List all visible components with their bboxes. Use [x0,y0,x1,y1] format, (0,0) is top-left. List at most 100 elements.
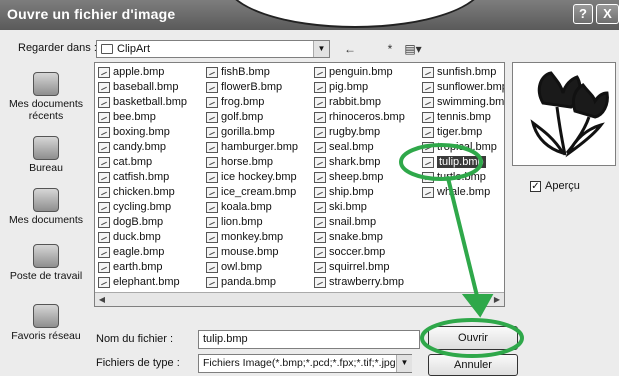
file-item[interactable]: cycling.bmp [97,200,187,215]
file-item[interactable]: soccer.bmp [313,245,405,260]
filetype-dropdown-icon[interactable]: ▼ [396,355,412,372]
desktop-icon [33,136,59,160]
file-item[interactable]: dogB.bmp [97,215,187,230]
file-item[interactable]: apple.bmp [97,65,187,80]
file-item[interactable]: rhinoceros.bmp [313,110,405,125]
file-name: catfish.bmp [113,171,170,183]
new-folder-button[interactable]: * [380,40,400,58]
file-item[interactable]: tiger.bmp [421,125,504,140]
place-recent-documents[interactable]: Mes documents récents [0,72,92,122]
file-item[interactable]: penguin.bmp [313,65,405,80]
file-item[interactable]: strawberry.bmp [313,275,405,290]
file-item[interactable]: basketball.bmp [97,95,187,110]
back-button[interactable]: ← [340,40,360,58]
file-column: apple.bmp baseball.bmp basketball.bmp bee.b… [97,65,187,290]
bitmap-file-icon [314,247,326,258]
file-list[interactable]: apple.bmp baseball.bmp basketball.bmp bee.b… [94,62,505,307]
file-item[interactable]: duck.bmp [97,230,187,245]
file-item[interactable]: boxing.bmp [97,125,187,140]
file-item[interactable]: baseball.bmp [97,80,187,95]
bitmap-file-icon [422,187,434,198]
scroll-right-icon[interactable]: ▶ [490,293,504,306]
file-name: sheep.bmp [329,171,384,183]
file-item[interactable]: panda.bmp [205,275,298,290]
file-item[interactable]: seal.bmp [313,140,405,155]
file-item[interactable]: sheep.bmp [313,170,405,185]
filetype-select[interactable]: Fichiers Image(*.bmp;*.pcd;*.fpx;*.tif;*… [198,354,412,373]
file-item[interactable]: candy.bmp [97,140,187,155]
file-name: snail.bmp [329,216,377,228]
preview-checkbox[interactable]: ✓ [530,180,541,192]
file-item[interactable]: sunflower.bmp [421,80,504,95]
file-item[interactable]: catfish.bmp [97,170,187,185]
file-item[interactable]: elephant.bmp [97,275,187,290]
file-item[interactable]: tropical.bmp [421,140,504,155]
open-button[interactable]: Ouvrir [428,326,518,350]
file-name: baseball.bmp [113,81,179,93]
file-item[interactable]: tennis.bmp [421,110,504,125]
file-item[interactable]: ice hockey.bmp [205,170,298,185]
place-my-documents[interactable]: Mes documents [0,188,92,226]
file-item[interactable]: mouse.bmp [205,245,298,260]
file-name: earth.bmp [113,261,163,273]
file-item[interactable]: lion.bmp [205,215,298,230]
file-item[interactable]: turtle.bmp [421,170,504,185]
horizontal-scrollbar[interactable]: ◀ ▶ [95,292,504,306]
preview-toggle[interactable]: ✓ Aperçu [530,180,580,192]
file-item[interactable]: owl.bmp [205,260,298,275]
file-item[interactable]: bee.bmp [97,110,187,125]
file-name: turtle.bmp [437,171,486,183]
bitmap-file-icon [98,157,110,168]
file-item[interactable]: eagle.bmp [97,245,187,260]
file-item[interactable]: cat.bmp [97,155,187,170]
look-in-combo[interactable]: ClipArt ▼ [96,40,330,58]
close-button[interactable]: X [596,4,619,24]
file-item[interactable]: gorilla.bmp [205,125,298,140]
bitmap-file-icon [98,202,110,213]
file-item[interactable]: ski.bmp [313,200,405,215]
file-item[interactable]: snail.bmp [313,215,405,230]
file-item[interactable]: hamburger.bmp [205,140,298,155]
help-button[interactable]: ? [573,4,593,24]
file-item[interactable]: frog.bmp [205,95,298,110]
file-item[interactable]: earth.bmp [97,260,187,275]
file-item[interactable]: ship.bmp [313,185,405,200]
bitmap-file-icon [206,97,218,108]
recent-documents-icon [33,72,59,96]
bitmap-file-icon [422,142,434,153]
file-item[interactable]: swimming.bmp [421,95,504,110]
bitmap-file-icon [314,217,326,228]
file-name: cycling.bmp [113,201,172,213]
back-arrow-icon: ← [344,42,356,56]
file-item[interactable]: rabbit.bmp [313,95,405,110]
file-item[interactable]: squirrel.bmp [313,260,405,275]
view-menu-button[interactable]: ▤▾ [400,40,426,58]
file-item[interactable]: sunfish.bmp [421,65,504,80]
file-item[interactable]: fishB.bmp [205,65,298,80]
place-network[interactable]: Favoris réseau [0,304,92,342]
place-desktop[interactable]: Bureau [0,136,92,174]
file-item[interactable]: koala.bmp [205,200,298,215]
bitmap-file-icon [314,187,326,198]
file-name: mouse.bmp [221,246,279,258]
file-item[interactable]: shark.bmp [313,155,405,170]
file-item[interactable]: pig.bmp [313,80,405,95]
chevron-down-icon[interactable]: ▼ [313,41,329,57]
filename-input[interactable]: tulip.bmp [198,330,420,349]
file-item[interactable]: snake.bmp [313,230,405,245]
file-item[interactable]: golf.bmp [205,110,298,125]
cancel-button[interactable]: Annuler [428,354,518,376]
folder-icon [101,44,113,54]
file-item[interactable]: whale.bmp [421,185,504,200]
file-item[interactable]: horse.bmp [205,155,298,170]
scroll-left-icon[interactable]: ◀ [95,293,109,306]
file-item[interactable]: chicken.bmp [97,185,187,200]
file-item[interactable]: tulip.bmp [421,155,504,170]
place-my-computer[interactable]: Poste de travail [0,244,92,282]
file-item[interactable]: ice_cream.bmp [205,185,298,200]
file-item[interactable]: rugby.bmp [313,125,405,140]
file-item[interactable]: monkey.bmp [205,230,298,245]
file-item[interactable]: flowerB.bmp [205,80,298,95]
bitmap-file-icon [206,172,218,183]
file-name: ice_cream.bmp [221,186,297,198]
